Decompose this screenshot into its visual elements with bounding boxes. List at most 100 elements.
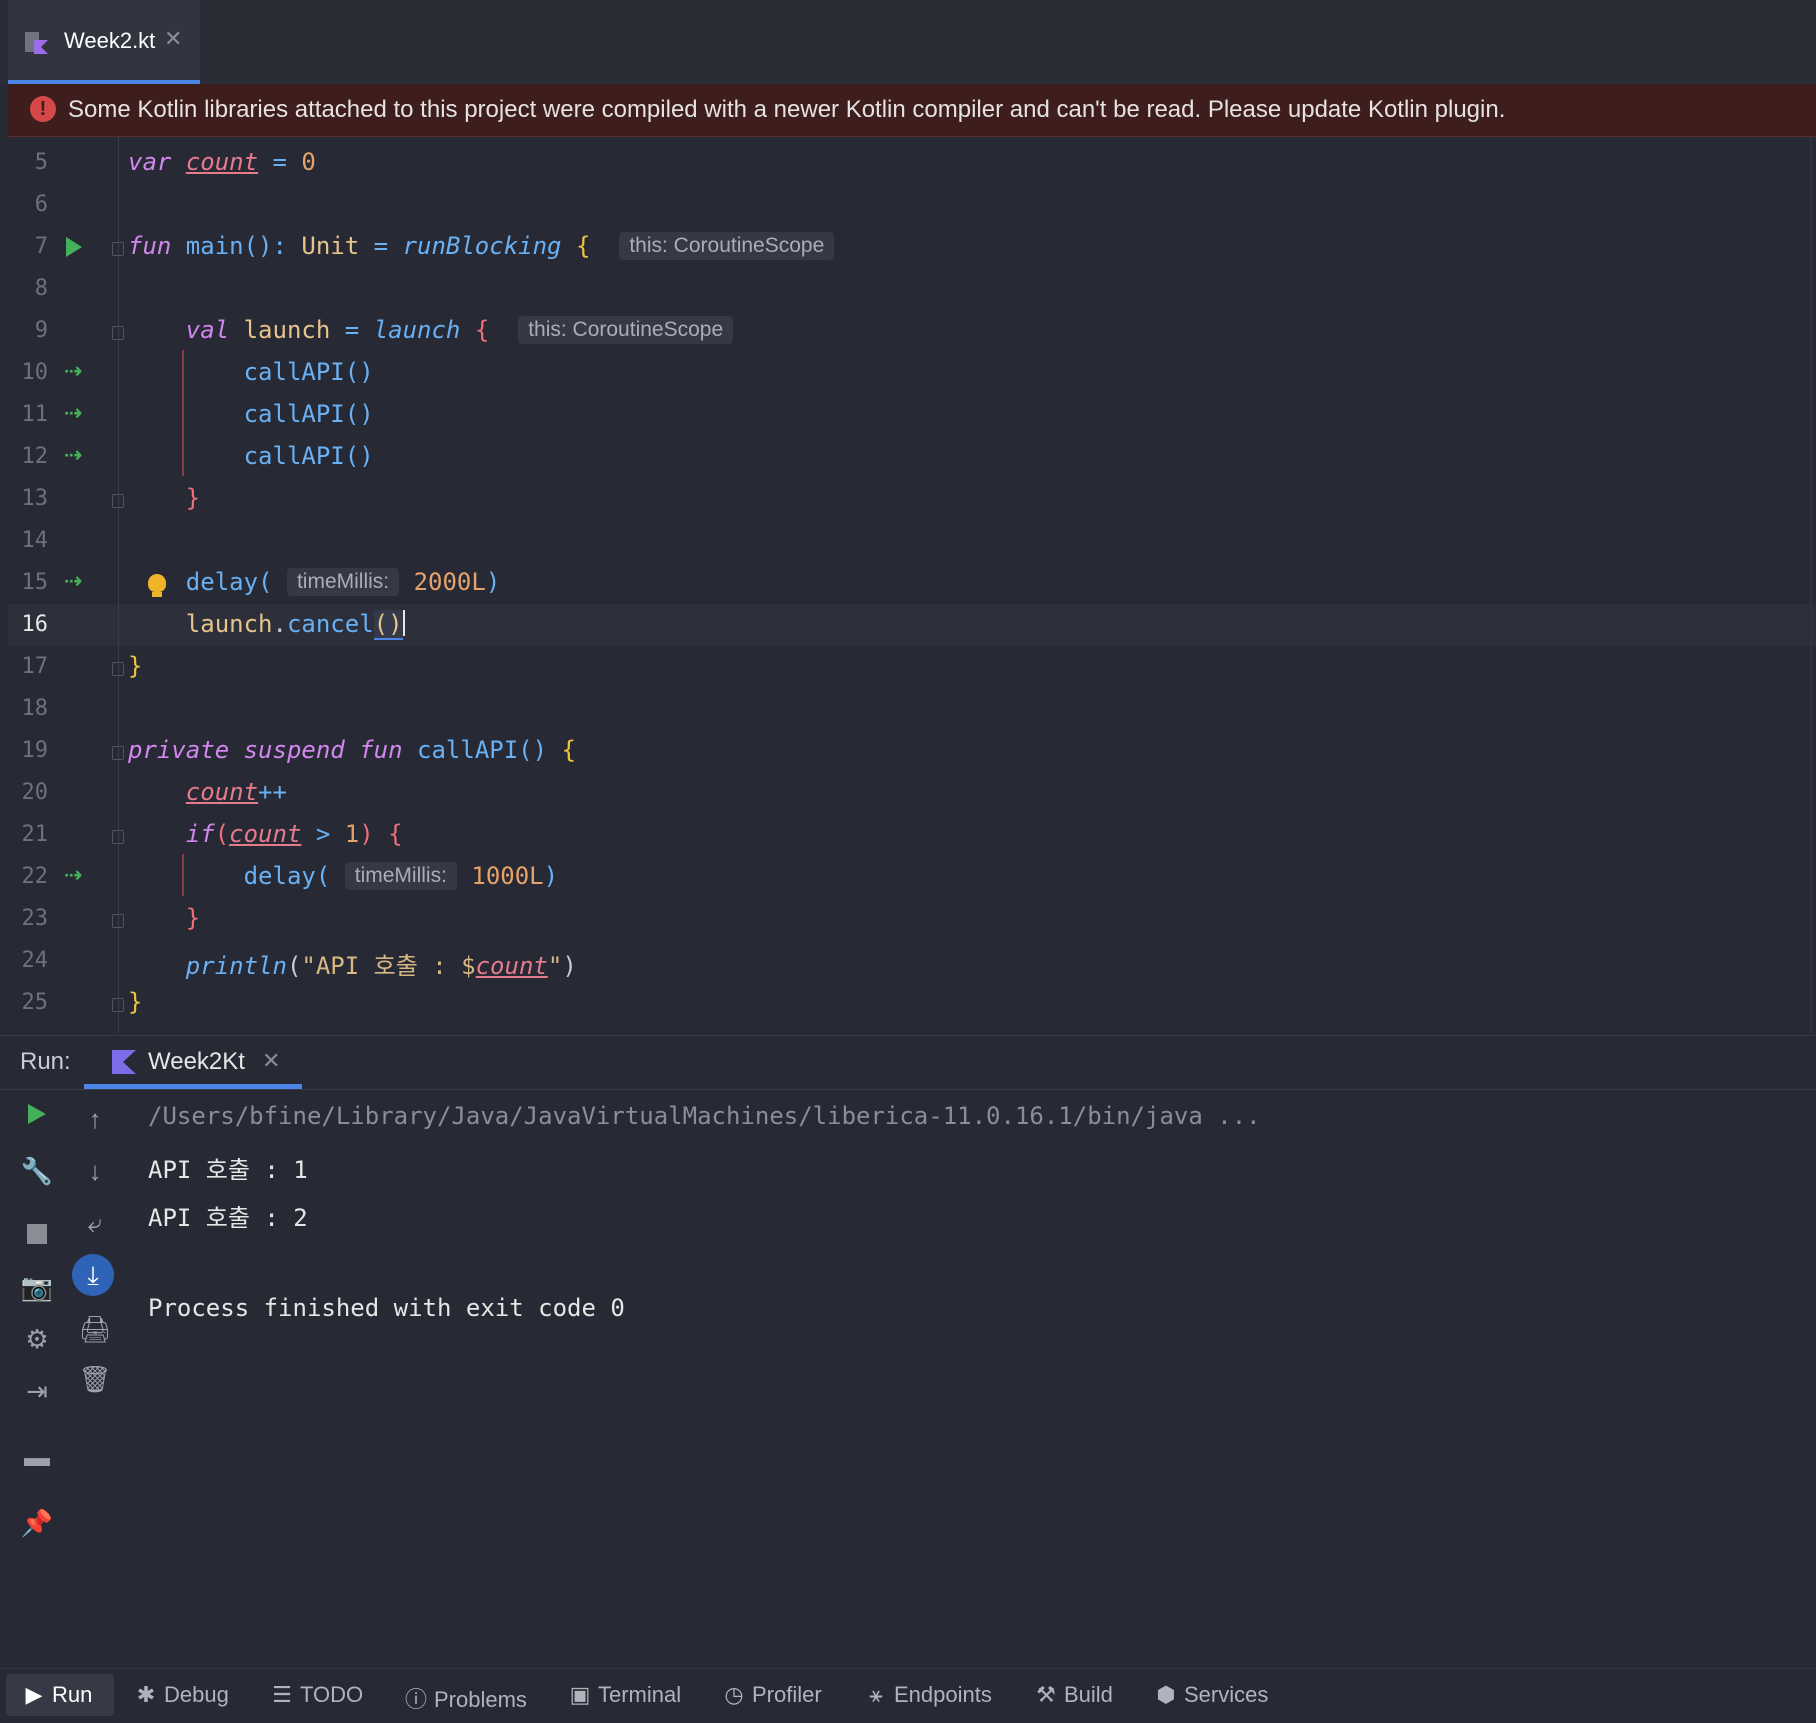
code-line-5: var count = 0 [128, 148, 316, 176]
suspend-call-icon: ⇢ [64, 358, 83, 383]
bottombar-run[interactable]: ▶ Run [22, 1682, 93, 1708]
code-line-16: launch.cancel() [185, 610, 405, 640]
exit-icon[interactable]: ⇥ [20, 1374, 54, 1408]
line-number: 23 [21, 906, 49, 931]
line-number: 22 [21, 864, 49, 889]
inlay-hint-param: timeMillis: [344, 862, 457, 890]
tab-title: Week2.kt [64, 28, 156, 53]
code-line-13: } [185, 484, 201, 512]
bottombar-services[interactable]: ⬢ Services [1154, 1682, 1268, 1708]
bottombar-endpoints[interactable]: ⚹ Endpoints [864, 1682, 991, 1708]
services-icon: ⬢ [1156, 1682, 1176, 1707]
line-number: 8 [34, 276, 48, 301]
tab-close-icon[interactable]: ✕ [164, 26, 182, 52]
pin-icon[interactable]: 📌 [20, 1506, 54, 1540]
bottombar-debug[interactable]: ✱ Debug [134, 1682, 229, 1708]
line-number: 6 [34, 192, 48, 217]
console-exit-message: Process finished with exit code 0 [148, 1294, 625, 1322]
line-number: 18 [21, 696, 49, 721]
suspend-call-icon: ⇢ [64, 862, 83, 887]
bottombar-problems[interactable]: ⓘ Problems [404, 1682, 527, 1714]
arrow-up-icon[interactable]: ↑ [78, 1102, 112, 1136]
fold-icon[interactable] [112, 830, 124, 844]
stop-icon[interactable] [20, 1218, 54, 1252]
code-line-24: println("API 호출 : $count") [185, 952, 577, 980]
editor-tab-bar [0, 0, 1816, 84]
line-number: 10 [21, 360, 49, 385]
code-line-22: delay( timeMillis: 1000L) [243, 862, 559, 890]
error-icon: ! [30, 96, 56, 122]
line-number: 7 [34, 234, 48, 259]
error-banner: ! Some Kotlin libraries attached to this… [8, 84, 1816, 137]
trash-icon[interactable]: 🗑 [78, 1362, 112, 1396]
bottombar-terminal[interactable]: ▣ Terminal [568, 1682, 682, 1708]
gutter-separator [118, 137, 119, 1033]
terminal-icon: ▣ [569, 1682, 591, 1707]
code-line-9: val launch = launch { this: CoroutineSco… [128, 316, 734, 344]
layout-icon[interactable]: ▬ [20, 1440, 54, 1474]
code-line-21: if(count > 1) { [185, 820, 403, 848]
fold-icon[interactable] [112, 662, 124, 676]
run-tab-title[interactable]: Week2Kt [148, 1048, 245, 1076]
kotlin-file-icon [25, 32, 48, 54]
code-line-11: callAPI() [243, 400, 374, 428]
run-icon: ▶ [25, 1682, 43, 1707]
list-icon: ☰ [272, 1682, 292, 1707]
hammer-icon: ⚒ [1036, 1682, 1056, 1707]
suspend-call-icon: ⇢ [64, 568, 83, 593]
line-number: 25 [21, 990, 49, 1015]
code-line-25: } [128, 988, 143, 1016]
kotlin-run-config-icon [112, 1050, 136, 1074]
text-caret [402, 610, 405, 636]
endpoints-icon: ⚹ [869, 1682, 883, 1707]
fold-icon[interactable] [112, 494, 124, 508]
line-number: 14 [21, 528, 49, 553]
line-number: 19 [21, 738, 49, 763]
code-line-12: callAPI() [243, 442, 374, 470]
fold-icon[interactable] [112, 326, 124, 340]
scroll-to-end-icon[interactable]: ⤓ [72, 1254, 114, 1296]
line-number-current: 16 [21, 612, 49, 637]
line-number: 20 [21, 780, 49, 805]
warning-icon: ⓘ [404, 1687, 427, 1712]
code-line-15: delay( timeMillis: 2000L) [185, 568, 501, 596]
bottombar-todo[interactable]: ☰ TODO [270, 1682, 363, 1708]
run-main-icon[interactable] [66, 237, 82, 257]
run-header-divider [0, 1089, 1816, 1090]
line-number: 15 [21, 570, 49, 595]
soft-wrap-icon[interactable]: ⤶ [78, 1206, 112, 1240]
line-number: 21 [21, 822, 49, 847]
error-banner-text: Some Kotlin libraries attached to this p… [68, 96, 1506, 123]
bottombar-build[interactable]: ⚒ Build [1034, 1682, 1113, 1708]
wrench-icon[interactable]: 🔧 [20, 1154, 54, 1188]
run-panel-label: Run: [20, 1048, 71, 1075]
fold-icon[interactable] [112, 242, 124, 256]
line-number: 11 [21, 402, 49, 427]
line-number: 9 [34, 318, 48, 343]
code-line-17: } [128, 652, 143, 680]
line-number: 17 [21, 654, 49, 679]
console-command: /Users/bfine/Library/Java/JavaVirtualMac… [148, 1102, 1261, 1130]
fold-icon[interactable] [112, 914, 124, 928]
console-output: API 호출 : 1 [148, 1156, 308, 1184]
fold-icon[interactable] [112, 998, 124, 1012]
line-number: 5 [34, 150, 48, 175]
arrow-down-icon[interactable]: ↓ [78, 1154, 112, 1188]
editor-right-margin [1810, 137, 1812, 1033]
bug-icon: ✱ [136, 1682, 156, 1707]
suspend-call-icon: ⇢ [64, 400, 83, 425]
fold-icon[interactable] [112, 746, 124, 760]
camera-icon[interactable]: 📷 [20, 1270, 54, 1304]
console-output: API 호출 : 2 [148, 1204, 308, 1232]
debug-settings-icon[interactable]: ⚙ [20, 1322, 54, 1356]
run-tab-close-icon[interactable]: ✕ [262, 1048, 280, 1074]
profiler-icon: ◷ [724, 1682, 744, 1707]
suspend-call-icon: ⇢ [64, 442, 83, 467]
rerun-icon[interactable] [20, 1100, 54, 1134]
code-line-23: } [185, 904, 201, 932]
code-line-20: count++ [185, 778, 287, 806]
inlay-hint-scope: this: CoroutineScope [518, 316, 734, 344]
line-number: 12 [21, 444, 49, 469]
bottombar-profiler[interactable]: ◷ Profiler [722, 1682, 821, 1708]
print-icon[interactable]: 🖨 [78, 1312, 112, 1346]
